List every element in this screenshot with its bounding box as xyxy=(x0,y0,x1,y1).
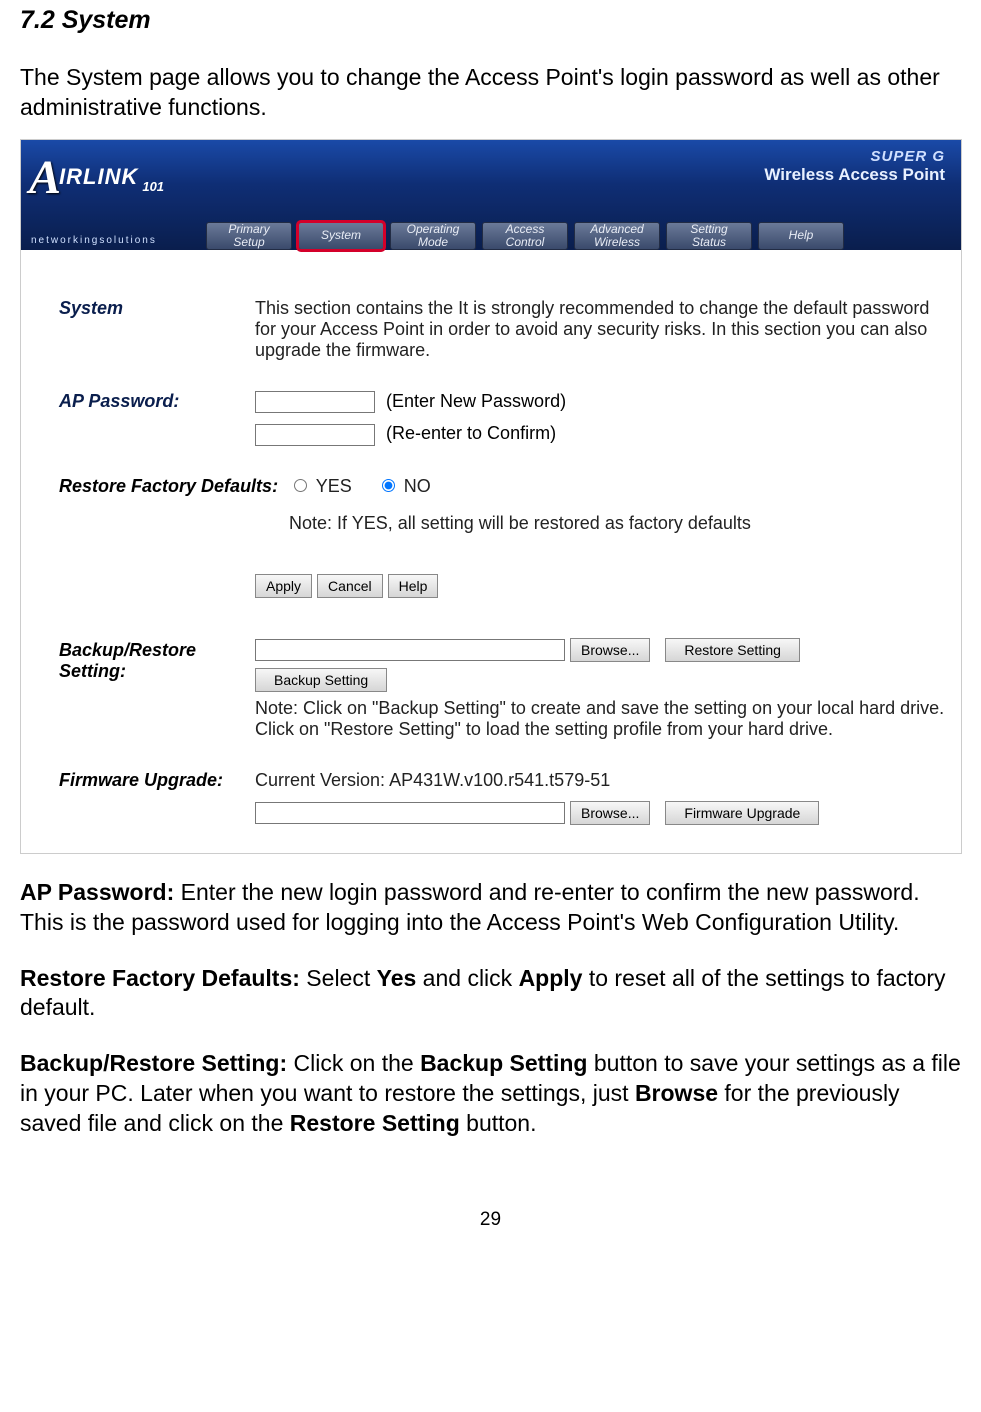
system-description: This section contains the It is strongly… xyxy=(255,298,953,361)
logo-subtext: networkingsolutions xyxy=(31,235,157,246)
confirm-password-input[interactable] xyxy=(255,424,375,446)
firmware-version: AP431W.v100.r541.t579-51 xyxy=(389,770,610,790)
doc-backup-restore-paragraph: Backup/Restore Setting: Click on the Bac… xyxy=(20,1049,961,1139)
page-number: 29 xyxy=(20,1209,961,1241)
tab-setting-status[interactable]: Setting Status xyxy=(666,222,752,250)
nav-tabs: Primary Setup System Operating Mode Acce… xyxy=(206,222,844,250)
tab-operating-mode[interactable]: Operating Mode xyxy=(390,222,476,250)
doc-restore-bold: Restore Factory Defaults: xyxy=(20,965,300,991)
doc-restore-text-b: and click xyxy=(416,965,518,991)
router-ui-screenshot: A IRLINK 101 networkingsolutions SUPER G… xyxy=(20,139,962,854)
doc-restore-defaults-paragraph: Restore Factory Defaults: Select Yes and… xyxy=(20,964,961,1024)
backup-setting-button[interactable]: Backup Setting xyxy=(255,668,387,692)
restore-yes-radio[interactable] xyxy=(294,479,307,492)
doc-ap-password-paragraph: AP Password: Enter the new login passwor… xyxy=(20,878,961,938)
doc-restore-button-ref: Restore Setting xyxy=(290,1110,460,1136)
tab-help[interactable]: Help xyxy=(758,222,844,250)
logo-number: 101 xyxy=(142,179,164,194)
logo-text: IRLINK xyxy=(59,164,138,190)
doc-browse-ref: Browse xyxy=(635,1080,718,1106)
restore-file-input[interactable] xyxy=(255,639,565,661)
apply-button[interactable]: Apply xyxy=(255,574,312,598)
system-label: System xyxy=(29,298,255,319)
new-password-hint: (Enter New Password) xyxy=(386,391,566,411)
doc-backup-text-a: Click on the xyxy=(287,1050,420,1076)
super-g-label: SUPER G xyxy=(764,148,945,165)
browse-restore-button[interactable]: Browse... xyxy=(570,638,650,662)
ui-header: A IRLINK 101 networkingsolutions SUPER G… xyxy=(21,140,961,250)
firmware-upgrade-button[interactable]: Firmware Upgrade xyxy=(665,801,819,825)
new-password-input[interactable] xyxy=(255,391,375,413)
firmware-version-label: Current Version: xyxy=(255,770,389,790)
firmware-file-input[interactable] xyxy=(255,802,565,824)
logo-a-icon: A xyxy=(29,150,61,205)
tab-access-control[interactable]: Access Control xyxy=(482,222,568,250)
restore-yes-label: YES xyxy=(316,476,352,496)
firmware-upgrade-label: Firmware Upgrade: xyxy=(29,770,255,791)
tab-system[interactable]: System xyxy=(298,222,384,250)
product-tagline: SUPER G Wireless Access Point xyxy=(764,148,945,185)
section-heading: 7.2 System xyxy=(20,6,961,35)
wap-label: Wireless Access Point xyxy=(764,165,945,185)
doc-ap-password-bold: AP Password: xyxy=(20,879,174,905)
doc-backup-button-ref: Backup Setting xyxy=(420,1050,587,1076)
section-intro: The System page allows you to change the… xyxy=(20,63,961,123)
tab-advanced-wireless[interactable]: Advanced Wireless xyxy=(574,222,660,250)
restore-no-radio[interactable] xyxy=(382,479,395,492)
cancel-button[interactable]: Cancel xyxy=(317,574,383,598)
logo: A IRLINK 101 xyxy=(29,150,164,205)
backup-note-2: Click on "Restore Setting" to load the s… xyxy=(255,719,953,740)
doc-restore-yes: Yes xyxy=(377,965,417,991)
backup-restore-label: Backup/Restore Setting: xyxy=(29,638,255,682)
restore-defaults-label: Restore Factory Defaults: xyxy=(29,476,289,497)
restore-defaults-note: Note: If YES, all setting will be restor… xyxy=(289,513,953,534)
doc-restore-apply: Apply xyxy=(519,965,583,991)
restore-setting-button[interactable]: Restore Setting xyxy=(665,638,800,662)
restore-no-label: NO xyxy=(404,476,431,496)
doc-backup-bold: Backup/Restore Setting: xyxy=(20,1050,287,1076)
help-button[interactable]: Help xyxy=(388,574,439,598)
backup-note-1: Note: Click on "Backup Setting" to creat… xyxy=(255,698,953,719)
doc-backup-text-d: button. xyxy=(460,1110,537,1136)
doc-restore-text-a: Select xyxy=(300,965,377,991)
ap-password-label: AP Password: xyxy=(29,391,255,412)
tab-primary-setup[interactable]: Primary Setup xyxy=(206,222,292,250)
browse-firmware-button[interactable]: Browse... xyxy=(570,801,650,825)
confirm-password-hint: (Re-enter to Confirm) xyxy=(386,423,556,443)
